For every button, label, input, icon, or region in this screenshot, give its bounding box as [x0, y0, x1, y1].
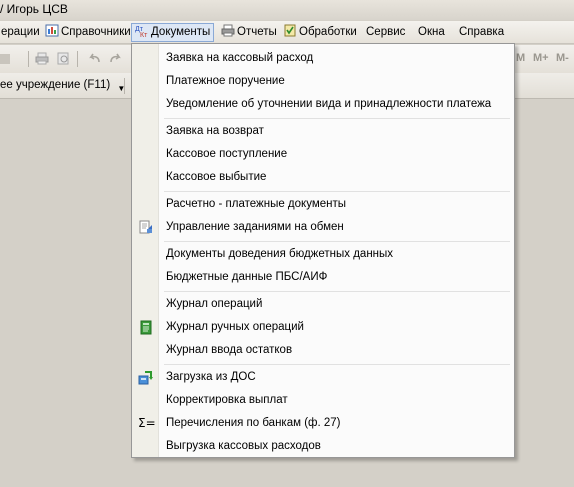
documents-dropdown-menu: Заявка на кассовый расход Платежное пору…	[131, 43, 515, 458]
menu-item-payment-clarification-notice[interactable]: Уведомление об уточнении вида и принадле…	[134, 93, 512, 115]
menu-processing[interactable]: Обработки	[280, 23, 360, 42]
menu-item-budget-data-pbs[interactable]: Бюджетные данные ПБС/АИФ	[134, 266, 512, 288]
window-title-bar: / Игорь ЦСВ	[0, 0, 574, 20]
menu-item-label: Выгрузка кассовых расходов	[166, 440, 321, 452]
menu-item-label: Загрузка из ДОС	[166, 371, 256, 383]
menu-item-manual-operations-journal[interactable]: Журнал ручных операций	[134, 316, 512, 338]
documents-icon: Дт Кт	[135, 24, 149, 39]
green-journal-icon	[138, 320, 154, 335]
menu-item-label: Заявка на возврат	[166, 125, 264, 137]
menu-item-label: Уведомление об уточнении вида и принадле…	[166, 98, 492, 110]
exchange-tasks-icon	[138, 220, 154, 235]
menu-windows[interactable]: Окна	[415, 23, 448, 42]
menu-reports[interactable]: Отчеты	[218, 23, 280, 42]
toolbar-separator	[28, 51, 29, 67]
menu-item-label: Управление заданиями на обмен	[166, 221, 344, 233]
menu-item-label: Корректировка выплат	[166, 394, 288, 406]
menu-service-label: Сервис	[366, 26, 406, 38]
menu-item-label: Документы доведения бюджетных данных	[166, 248, 394, 260]
menu-item-budget-data-documents[interactable]: Документы доведения бюджетных данных	[134, 243, 512, 265]
memory-button[interactable]: M	[516, 52, 525, 64]
print-icon[interactable]	[35, 52, 49, 65]
printer-icon	[221, 24, 235, 37]
menu-operations-label: ерации	[1, 26, 40, 38]
menu-separator	[164, 191, 510, 192]
menu-help[interactable]: Справка	[456, 23, 507, 42]
menu-documents[interactable]: Дт Кт Документы	[131, 23, 215, 42]
print-preview-icon[interactable]	[56, 52, 70, 65]
directories-icon	[45, 24, 59, 37]
menu-item-refund-request[interactable]: Заявка на возврат	[134, 120, 512, 142]
menu-documents-label: Документы	[151, 26, 211, 38]
menu-item-import-from-dos[interactable]: Загрузка из ДОС	[134, 366, 512, 388]
memory-minus-button[interactable]: M-	[556, 52, 569, 64]
organization-selector[interactable]: ее учреждение (F11) ▼	[0, 79, 125, 93]
menu-item-operations-journal[interactable]: Журнал операций	[134, 293, 512, 315]
processing-icon	[283, 24, 297, 37]
menu-separator	[164, 118, 510, 119]
menu-item-cash-receipt[interactable]: Кассовое поступление	[134, 143, 512, 165]
redo-icon[interactable]	[108, 52, 122, 65]
menu-item-cash-expense-request[interactable]: Заявка на кассовый расход	[134, 47, 512, 69]
toolbar-separator	[77, 51, 78, 67]
menu-item-label: Платежное поручение	[166, 75, 285, 87]
window-title: / Игорь ЦСВ	[0, 2, 68, 16]
menu-windows-label: Окна	[418, 26, 445, 38]
menu-item-label: Журнал ввода остатков	[166, 344, 293, 356]
memory-plus-button[interactable]: M+	[533, 52, 549, 64]
svg-text:Кт: Кт	[140, 32, 148, 37]
menu-directories[interactable]: Справочники	[42, 23, 134, 42]
toolbar-separator	[124, 78, 125, 94]
menu-operations[interactable]: ерации	[0, 23, 43, 42]
menu-separator	[164, 291, 510, 292]
menu-item-exchange-tasks[interactable]: Управление заданиями на обмен	[134, 216, 512, 238]
menu-item-cash-expenses-export[interactable]: Выгрузка кассовых расходов	[134, 435, 512, 457]
menu-directories-label: Справочники	[61, 26, 131, 38]
menu-item-label: Расчетно - платежные документы	[166, 198, 347, 210]
menu-item-label: Бюджетные данные ПБС/АИФ	[166, 271, 328, 283]
menu-help-label: Справка	[459, 26, 505, 38]
menu-item-bank-transfers-f27[interactable]: Σ= Перечисления по банкам (ф. 27)	[134, 412, 512, 434]
menu-item-balances-input-journal[interactable]: Журнал ввода остатков	[134, 339, 512, 361]
menu-bar: ерации Справочники Дт Кт Документы Отчеты…	[0, 21, 574, 44]
menu-item-label: Журнал ручных операций	[166, 321, 304, 333]
menu-item-label: Заявка на кассовый расход	[166, 52, 314, 64]
menu-separator	[164, 241, 510, 242]
undo-icon[interactable]	[88, 52, 102, 65]
menu-item-label: Кассовое поступление	[166, 148, 288, 160]
menu-item-payment-order[interactable]: Платежное поручение	[134, 70, 512, 92]
menu-reports-label: Отчеты	[237, 26, 277, 38]
paste-icon[interactable]	[0, 52, 14, 65]
menu-item-cash-disposal[interactable]: Кассовое выбытие	[134, 166, 512, 188]
menu-separator	[164, 364, 510, 365]
import-dos-icon	[138, 370, 154, 385]
menu-item-payment-correction[interactable]: Корректировка выплат	[134, 389, 512, 411]
menu-item-label: Журнал операций	[166, 298, 263, 310]
menu-item-settlement-documents[interactable]: Расчетно - платежные документы	[134, 193, 512, 215]
sigma-icon: Σ=	[138, 416, 156, 430]
menu-item-label: Кассовое выбытие	[166, 171, 267, 183]
menu-service[interactable]: Сервис	[363, 23, 408, 42]
organization-label: ее учреждение (F11)	[0, 79, 111, 91]
menu-processing-label: Обработки	[299, 26, 357, 38]
menu-item-label: Перечисления по банкам (ф. 27)	[166, 417, 341, 429]
